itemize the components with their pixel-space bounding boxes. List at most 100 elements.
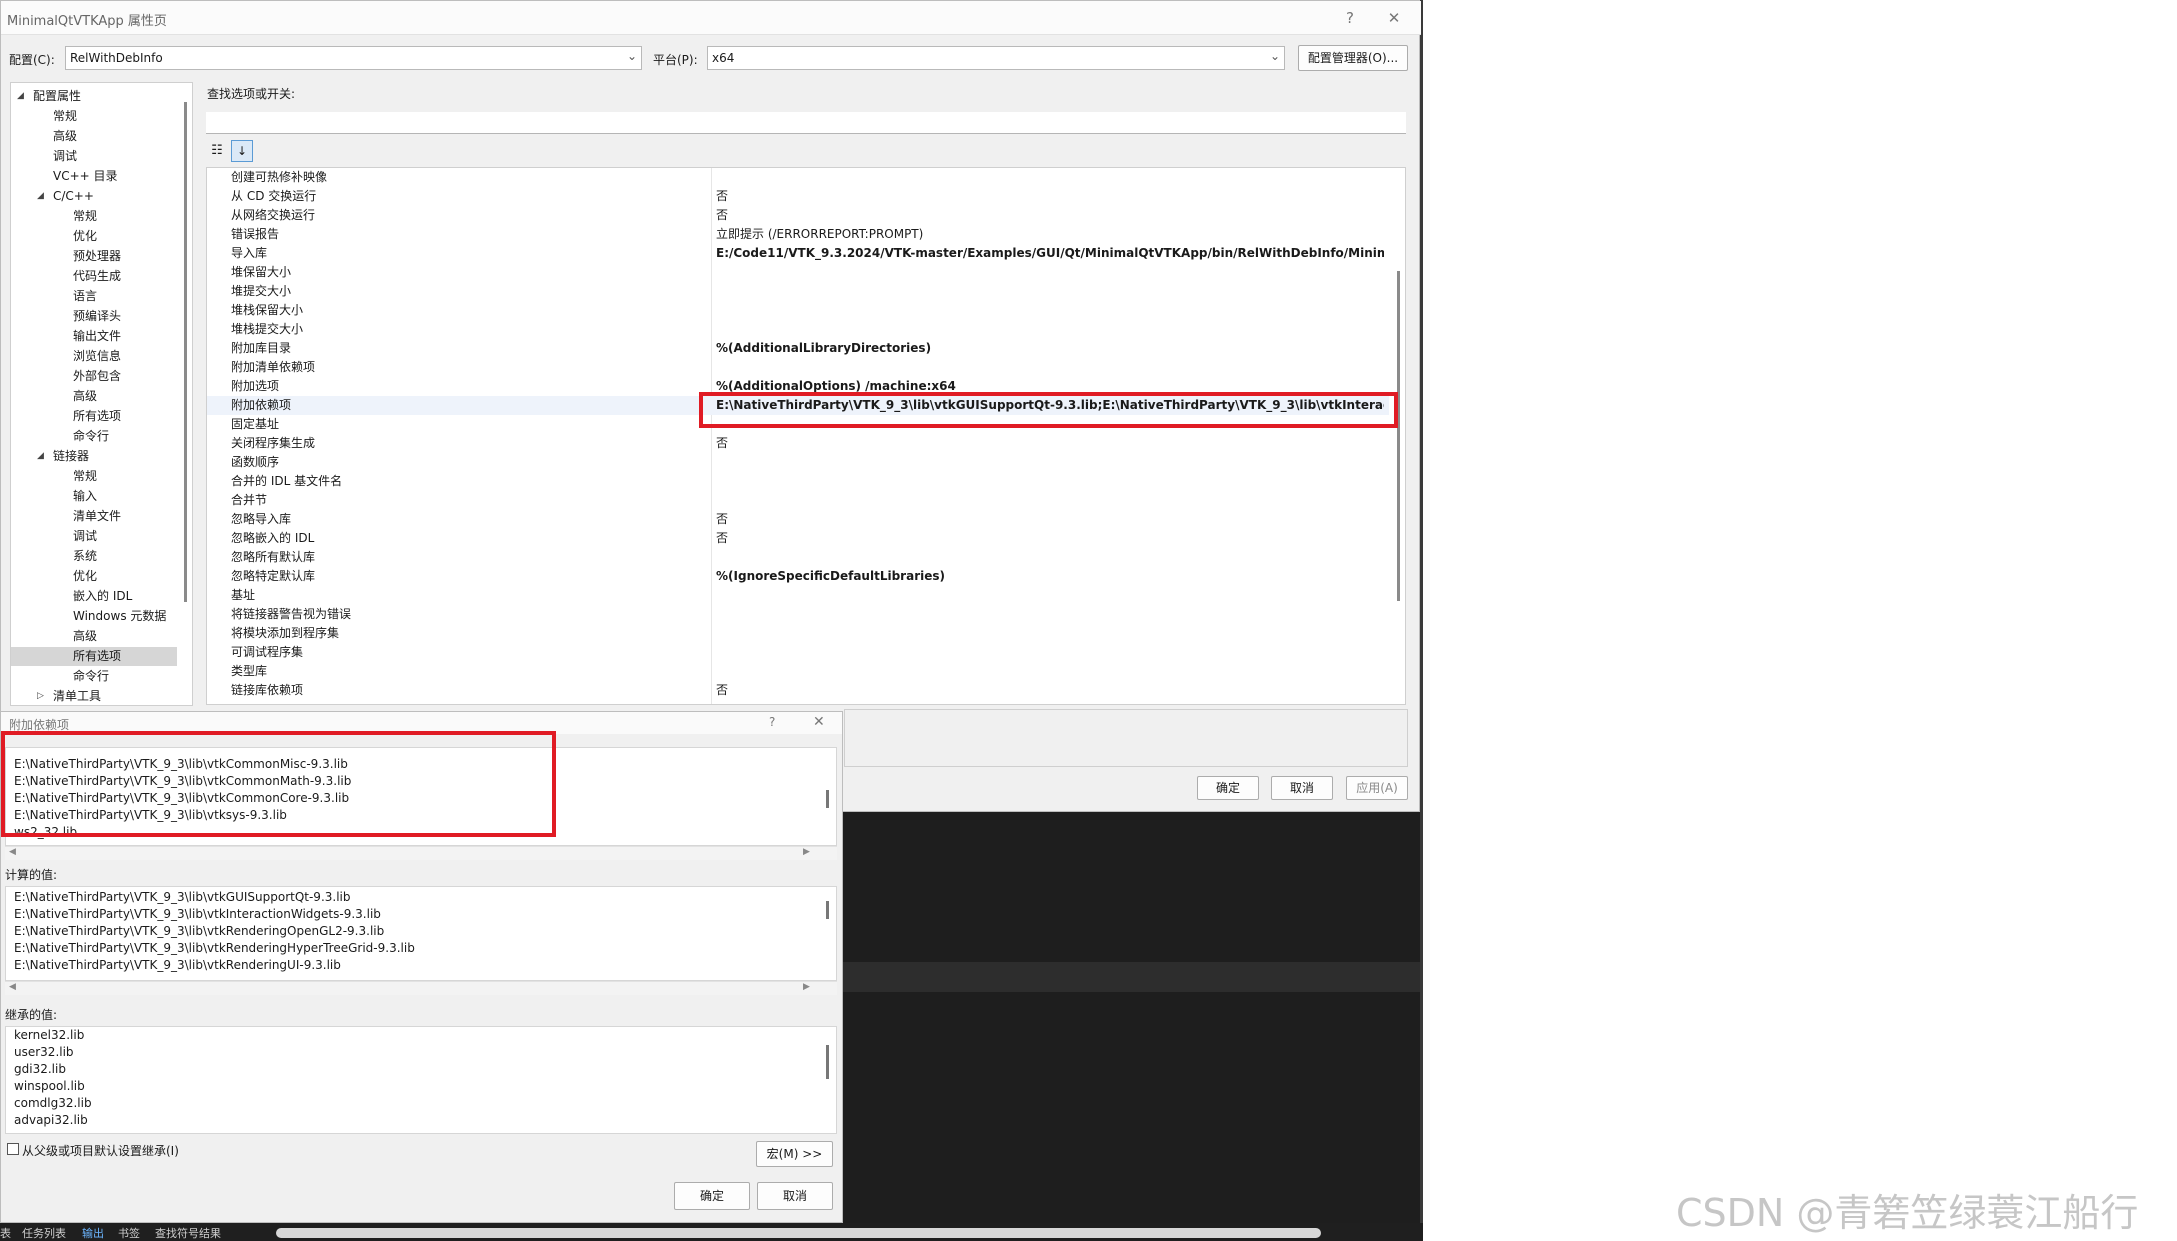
property-row[interactable]: 从 CD 交换运行 否 <box>207 187 1389 206</box>
tree-item[interactable]: 所有选项 <box>73 647 121 666</box>
grid-scrollbar[interactable] <box>1397 271 1400 601</box>
tree-item[interactable]: VC++ 目录 <box>53 167 118 186</box>
ok-button[interactable]: 确定 <box>1197 776 1259 800</box>
search-input[interactable] <box>206 112 1406 134</box>
property-row[interactable]: 导入库 E:/Code11/VTK_9.3.2024/VTK-master/Exa… <box>207 244 1389 263</box>
property-value[interactable]: %(IgnoreSpecificDefaultLibraries) <box>716 567 1384 586</box>
expanded-icon[interactable]: ◢ <box>17 91 24 101</box>
help-icon[interactable]: ? <box>1335 5 1365 31</box>
property-value[interactable]: 否 <box>716 206 1384 225</box>
tree-item[interactable]: 常规 <box>73 207 97 226</box>
property-row[interactable]: 错误报告 立即提示 (/ERRORREPORT:PROMPT) <box>207 225 1389 244</box>
scroll-right-icon[interactable]: ▶ <box>803 847 810 857</box>
tree-item[interactable]: 语言 <box>73 287 97 306</box>
input-hscrollbar[interactable]: ◀ ▶ <box>5 846 837 860</box>
tree-item[interactable]: 常规 <box>73 467 97 486</box>
property-value[interactable]: E:/Code11/VTK_9.3.2024/VTK-master/Exampl… <box>716 244 1384 263</box>
property-row[interactable]: 从网络交换运行 否 <box>207 206 1389 225</box>
tree-item[interactable]: 链接器 <box>53 447 89 466</box>
macro-button[interactable]: 宏(M) >> <box>756 1141 833 1167</box>
property-row[interactable]: 关闭程序集生成 否 <box>207 434 1389 453</box>
property-row[interactable]: 创建可热修补映像 <box>207 168 1389 187</box>
property-row[interactable]: 可调试程序集 <box>207 643 1389 662</box>
property-row[interactable]: 将链接器警告视为错误 <box>207 605 1389 624</box>
property-value[interactable]: 立即提示 (/ERRORREPORT:PROMPT) <box>716 225 1384 244</box>
tree-item[interactable]: 输入 <box>73 487 97 506</box>
property-value[interactable]: 否 <box>716 510 1384 529</box>
sort-alphabetical-icon[interactable]: ↓ <box>231 140 253 162</box>
tree-item[interactable]: 优化 <box>73 227 97 246</box>
config-dropdown[interactable]: RelWithDebInfo ⌄ <box>65 46 642 70</box>
collapsed-icon[interactable]: ▷ <box>37 691 44 701</box>
categorized-view-icon[interactable]: ☷ <box>207 141 227 161</box>
tree-item[interactable]: C/C++ <box>53 187 94 206</box>
property-row[interactable]: 基址 <box>207 586 1389 605</box>
property-row[interactable]: 堆保留大小 <box>207 263 1389 282</box>
tree-item[interactable]: 命令行 <box>73 427 109 446</box>
tree-item[interactable]: 预编译头 <box>73 307 121 326</box>
computed-hscrollbar[interactable]: ◀ ▶ <box>5 981 837 995</box>
tree-item[interactable]: 高级 <box>73 387 97 406</box>
apply-button[interactable]: 应用(A) <box>1346 776 1408 800</box>
tree-item[interactable]: 外部包含 <box>73 367 121 386</box>
property-row[interactable]: 忽略嵌入的 IDL 否 <box>207 529 1389 548</box>
property-row[interactable]: 将模块添加到程序集 <box>207 624 1389 643</box>
scroll-left-icon[interactable]: ◀ <box>9 982 16 992</box>
tree-item[interactable]: 优化 <box>73 567 97 586</box>
sub-cancel-button[interactable]: 取消 <box>757 1182 833 1210</box>
property-row[interactable]: 函数顺序 <box>207 453 1389 472</box>
tree-scrollbar[interactable] <box>184 102 187 602</box>
tree-item[interactable]: 预处理器 <box>73 247 121 266</box>
property-value[interactable]: 否 <box>716 434 1384 453</box>
status-tab[interactable]: 任务列表 <box>22 1225 66 1241</box>
tree-item[interactable]: 所有选项 <box>73 407 121 426</box>
property-row[interactable]: 堆栈提交大小 <box>207 320 1389 339</box>
property-row[interactable]: 忽略所有默认库 <box>207 548 1389 567</box>
tree-item[interactable]: 清单工具 <box>53 687 101 705</box>
tree-item[interactable]: 调试 <box>53 147 77 166</box>
config-manager-button[interactable]: 配置管理器(O)... <box>1298 45 1408 71</box>
inherit-checkbox[interactable] <box>7 1143 19 1155</box>
status-tab[interactable]: 表 <box>0 1225 11 1241</box>
property-row[interactable]: 附加库目录 %(AdditionalLibraryDirectories) <box>207 339 1389 358</box>
status-tab[interactable]: 查找符号结果 <box>155 1225 221 1241</box>
tree-item[interactable]: 输出文件 <box>73 327 121 346</box>
property-row[interactable]: 堆栈保留大小 <box>207 301 1389 320</box>
property-row[interactable]: 合并节 <box>207 491 1389 510</box>
tree-item[interactable]: 命令行 <box>73 667 109 686</box>
status-scrollbar[interactable] <box>276 1228 1321 1238</box>
tree-item[interactable]: 浏览信息 <box>73 347 121 366</box>
tree-item[interactable]: 常规 <box>53 107 77 126</box>
sub-ok-button[interactable]: 确定 <box>674 1182 750 1210</box>
help-icon[interactable]: ? <box>769 715 775 729</box>
input-scrollbar[interactable] <box>826 790 829 808</box>
tree-item[interactable]: 高级 <box>73 627 97 646</box>
property-value[interactable]: 否 <box>716 529 1384 548</box>
tree-item[interactable]: 清单文件 <box>73 507 121 526</box>
expanded-icon[interactable]: ◢ <box>37 451 44 461</box>
tree-item[interactable]: 嵌入的 IDL <box>73 587 132 606</box>
close-icon[interactable]: ✕ <box>813 714 825 730</box>
tree-item[interactable]: 高级 <box>53 127 77 146</box>
property-value[interactable]: 否 <box>716 681 1384 700</box>
property-value[interactable]: 否 <box>716 187 1384 206</box>
property-row[interactable]: 忽略特定默认库 %(IgnoreSpecificDefaultLibraries) <box>207 567 1389 586</box>
property-row[interactable]: 堆提交大小 <box>207 282 1389 301</box>
tree-item[interactable]: 调试 <box>73 527 97 546</box>
inherited-scrollbar[interactable] <box>826 1045 829 1079</box>
property-row[interactable]: 链接库依赖项 否 <box>207 681 1389 700</box>
property-value[interactable]: %(AdditionalLibraryDirectories) <box>716 339 1384 358</box>
scroll-right-icon[interactable]: ▶ <box>803 982 810 992</box>
tree-item[interactable]: 配置属性 <box>33 87 81 106</box>
status-tab[interactable]: 输出 <box>82 1225 104 1241</box>
tree-item[interactable]: Windows 元数据 <box>73 607 166 626</box>
property-row[interactable]: 类型库 <box>207 662 1389 681</box>
platform-dropdown[interactable]: x64 ⌄ <box>707 46 1285 70</box>
tree-item[interactable]: 代码生成 <box>73 267 121 286</box>
status-tab[interactable]: 书签 <box>118 1225 140 1241</box>
scroll-left-icon[interactable]: ◀ <box>9 847 16 857</box>
property-row[interactable]: 附加清单依赖项 <box>207 358 1389 377</box>
cancel-button[interactable]: 取消 <box>1271 776 1333 800</box>
expanded-icon[interactable]: ◢ <box>37 191 44 201</box>
property-row[interactable]: 忽略导入库 否 <box>207 510 1389 529</box>
